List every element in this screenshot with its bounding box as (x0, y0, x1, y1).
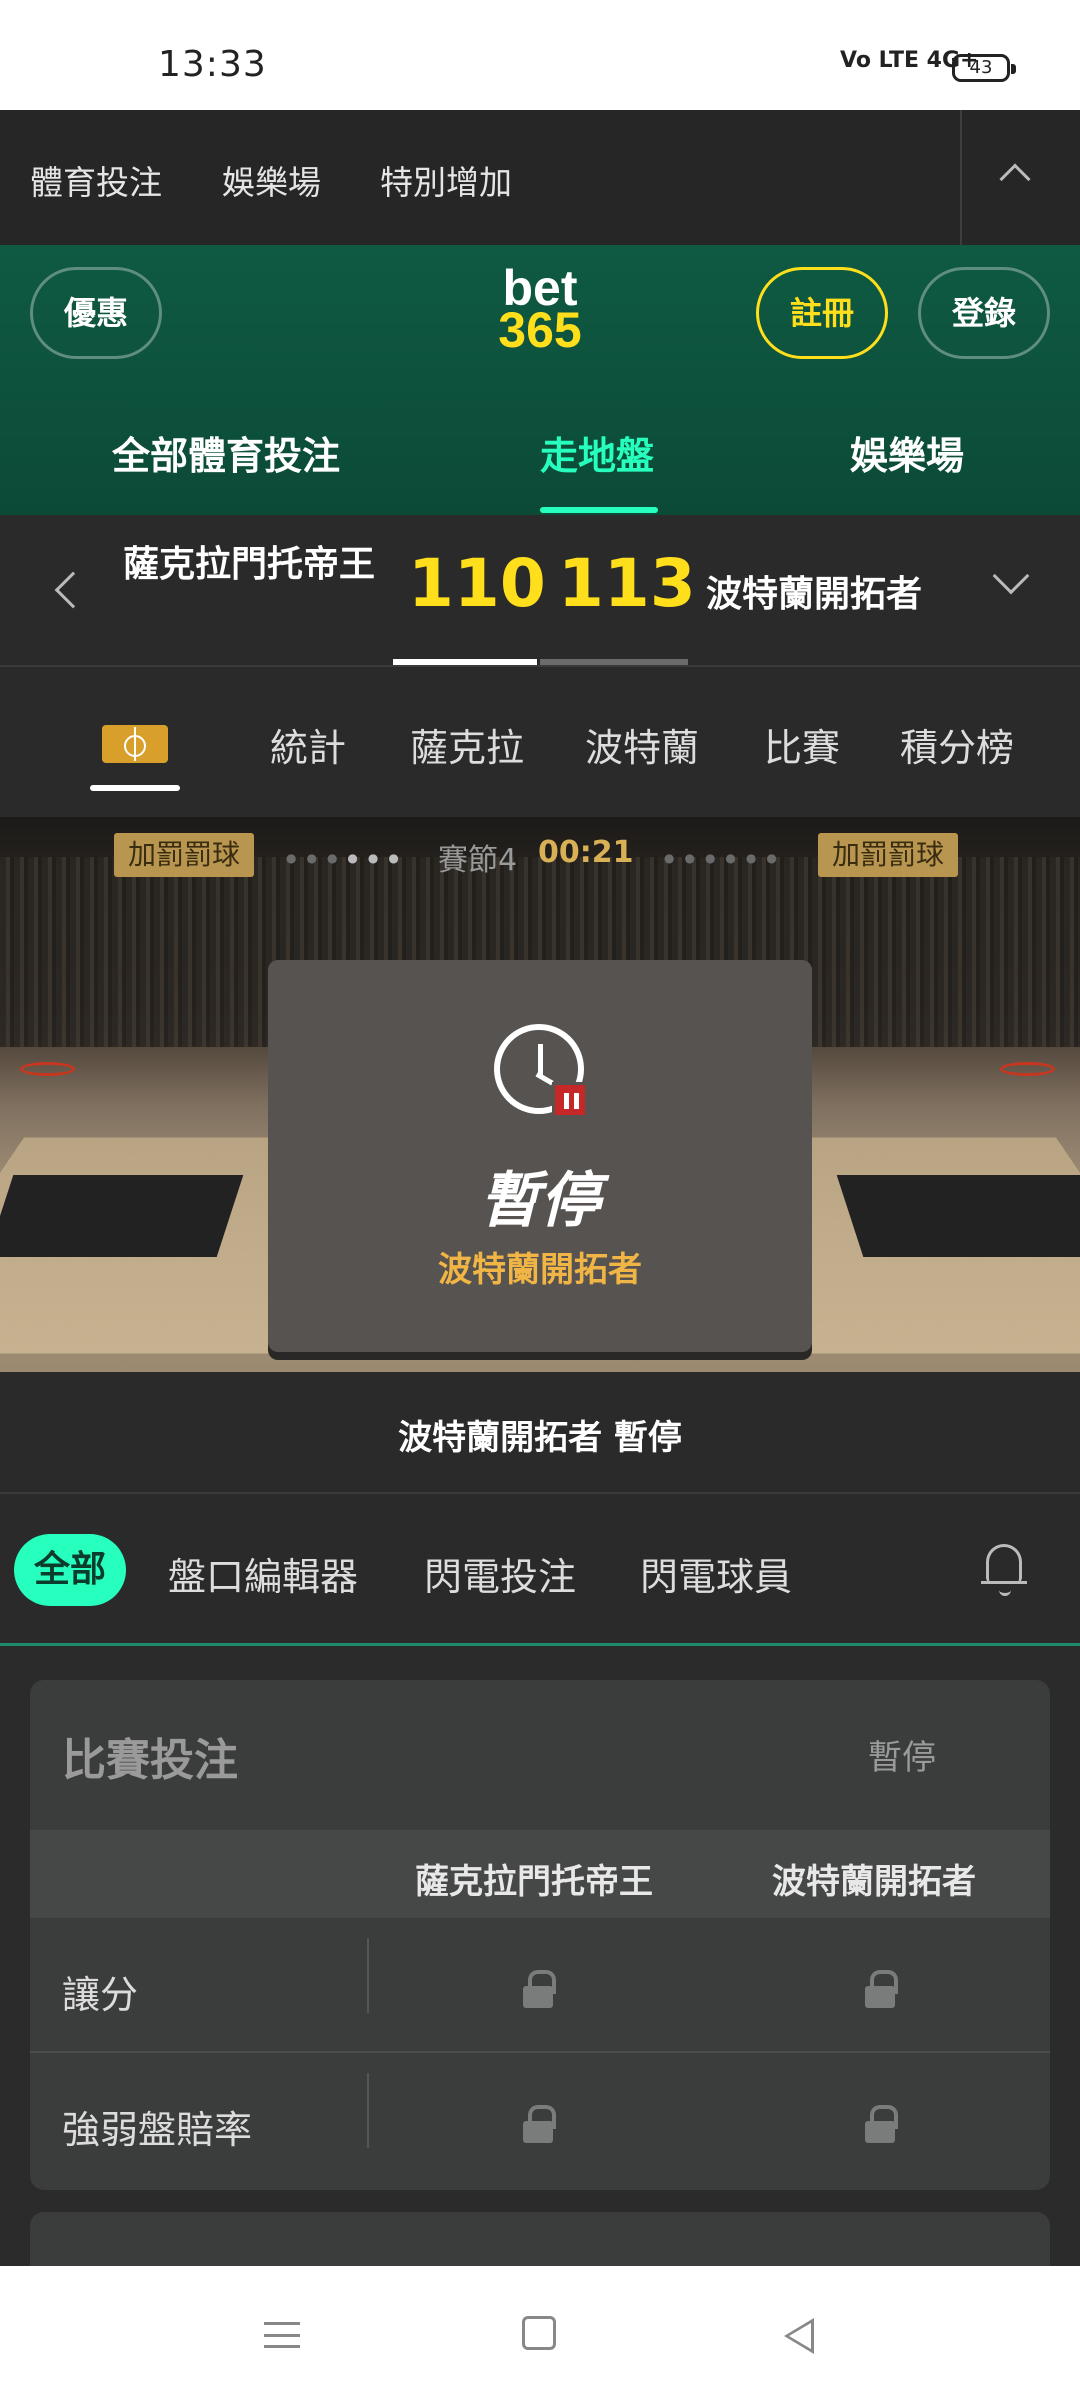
bonus-badge-left: 加罰罰球 (114, 833, 255, 877)
timeout-dots-left: ●●●●●● (286, 851, 409, 865)
tab-in-play[interactable]: 走地盤 (540, 425, 654, 480)
site-header: 優惠 bet 365 註冊 登錄 全部體育投注 走地盤 娛樂場 (0, 245, 1080, 515)
next-market-card (30, 2212, 1050, 2272)
filter-flash-bet[interactable]: 閃電投注 (424, 1546, 576, 1601)
away-team-name: 波特蘭開拓者 (706, 574, 923, 615)
period-label: 賽節4 (438, 843, 518, 878)
bell-icon[interactable] (981, 1544, 1027, 1596)
timeout-dots-right: ●●●●●● (664, 851, 787, 865)
back-icon[interactable] (784, 2318, 814, 2354)
status-time: 13:33 (158, 44, 267, 85)
suspended-status: 暫停 (868, 1738, 936, 1778)
card-title[interactable]: 比賽投注 (62, 1724, 238, 1788)
market-filters: 全部 盤口編輯器 閃電投注 閃電球員 (0, 1494, 1080, 1646)
active-subtab-indicator (90, 785, 180, 791)
top-nav-sports[interactable]: 體育投注 (30, 156, 162, 204)
tab-standings[interactable]: 積分榜 (900, 717, 1014, 772)
top-nav: 體育投注 娛樂場 特別增加 (0, 110, 1080, 245)
home-icon[interactable] (522, 2316, 556, 2350)
tab-stats[interactable]: 統計 (270, 717, 346, 772)
tab-casino[interactable]: 娛樂場 (850, 425, 964, 480)
tab-match[interactable]: 比賽 (764, 717, 840, 772)
game-clock: 00:21 (538, 835, 634, 870)
market-header-row: 薩克拉門托帝王 波特蘭開拓者 (30, 1830, 1050, 1918)
divider (960, 110, 962, 245)
register-button[interactable]: 註冊 (756, 267, 888, 359)
active-tab-indicator (540, 507, 658, 513)
market-row-spread: 讓分 (30, 1918, 1050, 2053)
scoreboard: 薩克拉門托帝王 110 113 波特蘭開拓者 (0, 515, 1080, 667)
tab-all-sports[interactable]: 全部體育投注 (112, 425, 340, 480)
lock-icon (865, 2105, 898, 2143)
top-nav-casino[interactable]: 娛樂場 (222, 156, 321, 204)
timeout-team: 波特蘭開拓者 (438, 1250, 642, 1290)
promo-button[interactable]: 優惠 (30, 267, 162, 359)
match-betting-card: 比賽投注 暫停 薩克拉門托帝王 波特蘭開拓者 讓分 強弱盤賠率 (30, 1680, 1050, 2190)
top-nav-special[interactable]: 特別增加 (380, 156, 512, 204)
filter-all[interactable]: 全部 (14, 1534, 126, 1606)
logo-text-bottom: 365 (498, 302, 582, 358)
divider (367, 2073, 369, 2148)
paint-area-right (836, 1175, 1080, 1257)
status-bar: 13:33 Vo LTE 4G+ 43 (0, 0, 1080, 110)
market-label: 讓分 (62, 1973, 139, 2017)
system-nav-bar (0, 2266, 1080, 2400)
column-home-team: 薩克拉門托帝王 (415, 1862, 653, 1902)
tab-sacramento[interactable]: 薩克拉 (410, 717, 524, 772)
hoop-right-icon (1000, 1062, 1055, 1076)
paint-area-left (0, 1175, 244, 1257)
timeout-card: 暫停 波特蘭開拓者 (268, 960, 812, 1352)
chevron-left-icon[interactable] (54, 571, 92, 609)
market-label: 強弱盤賠率 (62, 2108, 253, 2152)
lock-icon (865, 1970, 898, 2008)
event-text: 波特蘭開拓者 暫停 (398, 1418, 682, 1458)
chevron-up-icon[interactable] (999, 163, 1031, 195)
home-team-name: 薩克拉門托帝王 (122, 544, 375, 585)
filter-bet-builder[interactable]: 盤口編輯器 (168, 1546, 358, 1601)
lock-icon (523, 1970, 556, 2008)
match-sub-tabs: 統計 薩克拉 波特蘭 比賽 積分榜 (0, 667, 1080, 817)
timeout-title: 暫停 (480, 1166, 600, 1236)
bet365-logo[interactable]: bet 365 (490, 263, 590, 358)
court-icon[interactable] (102, 725, 168, 763)
chevron-down-icon[interactable] (992, 557, 1030, 595)
market-row-moneyline: 強弱盤賠率 (30, 2053, 1050, 2188)
filter-flash-player[interactable]: 閃電球員 (640, 1546, 792, 1601)
pause-icon (552, 1082, 588, 1118)
live-court-visual: 加罰罰球 ●●●●●● 賽節4 00:21 ●●●●●● 加罰罰球 暫停 波特蘭… (0, 817, 1080, 1372)
battery-icon: 43 (952, 54, 1016, 82)
menu-icon[interactable] (264, 2322, 300, 2348)
login-button[interactable]: 登錄 (918, 267, 1050, 359)
tab-portland[interactable]: 波特蘭 (585, 717, 699, 772)
column-away-team: 波特蘭開拓者 (772, 1862, 976, 1902)
hoop-left-icon (20, 1062, 75, 1076)
event-ticker: 波特蘭開拓者 暫停 (0, 1372, 1080, 1494)
divider (367, 1938, 369, 2013)
lock-icon (523, 2105, 556, 2143)
bonus-badge-right: 加罰罰球 (818, 833, 959, 877)
home-score: 110 (408, 545, 546, 622)
away-score: 113 (558, 545, 696, 622)
